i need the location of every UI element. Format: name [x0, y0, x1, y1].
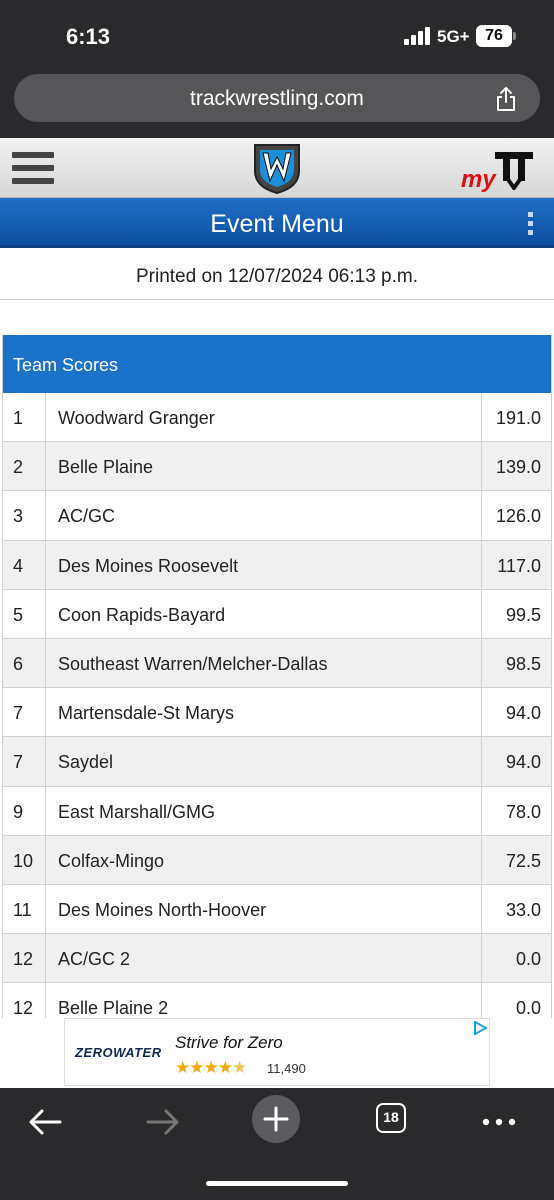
- table-row: 5 Coon Rapids-Bayard 99.5: [3, 589, 551, 639]
- team-points: 98.5: [481, 638, 551, 688]
- back-arrow-icon[interactable]: [22, 1100, 72, 1144]
- printed-timestamp: Printed on 12/07/2024 06:13 p.m.: [0, 248, 554, 300]
- battery-icon: 76: [476, 25, 512, 47]
- team-rank: 7: [3, 737, 46, 786]
- ad-brand: ZEROWATER: [75, 1045, 162, 1060]
- team-points: 0.0: [481, 983, 551, 1020]
- more-options-icon[interactable]: [528, 212, 534, 236]
- team-name: Belle Plaine 2: [58, 998, 169, 1019]
- team-points: 72.5: [481, 835, 551, 884]
- team-rank: 7: [3, 688, 46, 737]
- table-row: 11 Des Moines North-Hoover 33.0: [3, 884, 551, 935]
- team-name: Belle Plaine: [58, 457, 154, 478]
- ad-rating-count: 11,490: [267, 1061, 306, 1076]
- ad-area: ZEROWATER Strive for Zero ★★★★★ 11,490: [0, 1018, 554, 1088]
- team-points: 126.0: [481, 491, 551, 540]
- table-row: 6 Southeast Warren/Melcher-Dallas 98.5: [3, 638, 551, 689]
- team-name: Des Moines Roosevelt: [58, 555, 239, 576]
- team-points: 139.0: [481, 442, 551, 491]
- team-name: Southeast Warren/Melcher-Dallas: [58, 653, 328, 674]
- team-points: 94.0: [481, 737, 551, 786]
- new-tab-button[interactable]: [252, 1095, 300, 1143]
- event-menu-bar[interactable]: Event Menu: [0, 198, 554, 248]
- team-name: Coon Rapids-Bayard: [58, 604, 226, 625]
- team-points: 191.0: [481, 393, 551, 442]
- table-row: 12 Belle Plaine 2 0.0: [3, 983, 551, 1020]
- my-trackwrestling-logo[interactable]: my: [461, 146, 537, 193]
- table-row: 1 Woodward Granger 191.0: [3, 393, 551, 443]
- table-row: 4 Des Moines Roosevelt 117.0: [3, 540, 551, 590]
- team-rank: 1: [3, 393, 46, 442]
- event-menu-title[interactable]: Event Menu: [0, 210, 554, 239]
- team-rank: 12: [3, 934, 46, 983]
- url-text[interactable]: trackwrestling.com: [14, 87, 540, 111]
- browser-address-area: trackwrestling.com: [0, 70, 554, 138]
- team-rank: 10: [3, 835, 46, 884]
- team-points: 33.0: [481, 884, 551, 934]
- share-icon[interactable]: [494, 86, 518, 112]
- team-rank: 9: [3, 786, 46, 835]
- team-scores-table: Team Scores 1 Woodward Granger 191.0 2 Belle…: [2, 335, 552, 1020]
- forward-arrow-icon[interactable]: [136, 1100, 186, 1144]
- table-row: 7 Saydel 94.0: [3, 737, 551, 787]
- hamburger-menu-icon[interactable]: [12, 152, 54, 184]
- table-row: 10 Colfax-Mingo 72.5: [3, 835, 551, 885]
- rating-stars-icon: ★★★★★: [175, 1058, 247, 1077]
- team-scores-title: Team Scores: [3, 335, 551, 393]
- team-name: Des Moines North-Hoover: [58, 899, 267, 920]
- team-name: Colfax-Mingo: [58, 850, 165, 871]
- team-name: Martensdale-St Marys: [58, 703, 235, 724]
- team-points: 0.0: [481, 934, 551, 983]
- team-rank: 6: [3, 638, 46, 688]
- table-row: 12 AC/GC 2 0.0: [3, 934, 551, 984]
- tabs-button[interactable]: 18: [376, 1103, 406, 1133]
- table-row: 9 East Marshall/GMG 78.0: [3, 786, 551, 836]
- address-bar[interactable]: trackwrestling.com: [14, 74, 540, 122]
- status-bar: 6:13 5G+ 76: [0, 0, 554, 70]
- ad-choices-icon[interactable]: [473, 1021, 487, 1035]
- team-name: Saydel: [58, 752, 114, 773]
- status-time: 6:13: [66, 24, 111, 49]
- signal-icon: [404, 27, 434, 45]
- team-points: 78.0: [481, 786, 551, 835]
- team-name: Woodward Granger: [58, 408, 215, 428]
- team-name: AC/GC 2: [58, 949, 131, 970]
- team-points: 117.0: [481, 540, 551, 589]
- team-points: 94.0: [481, 688, 551, 737]
- trackwrestling-logo[interactable]: [251, 141, 303, 195]
- my-logo-text: my: [461, 166, 496, 193]
- network-type: 5G+: [437, 27, 470, 46]
- table-row: 7 Martensdale-St Marys 94.0: [3, 688, 551, 738]
- team-points: 99.5: [481, 589, 551, 638]
- team-rank: 12: [3, 983, 46, 1020]
- team-name: East Marshall/GMG: [58, 801, 216, 822]
- team-rank: 2: [3, 442, 46, 491]
- battery-tip: [513, 32, 516, 40]
- more-icon[interactable]: [474, 1100, 524, 1144]
- ad-title[interactable]: Strive for Zero: [175, 1033, 283, 1053]
- my-tw-icon: [495, 152, 533, 190]
- table-row: 3 AC/GC 126.0: [3, 491, 551, 541]
- team-rank: 11: [3, 884, 46, 934]
- team-name: AC/GC: [58, 506, 116, 527]
- team-rank: 4: [3, 540, 46, 589]
- plus-icon: [263, 1106, 289, 1132]
- team-rank: 5: [3, 589, 46, 638]
- ad-banner[interactable]: ZEROWATER Strive for Zero ★★★★★ 11,490: [64, 1018, 490, 1086]
- home-indicator: [206, 1181, 348, 1186]
- site-header: my: [0, 138, 554, 198]
- table-row: 2 Belle Plaine 139.0: [3, 442, 551, 492]
- team-rank: 3: [3, 491, 46, 540]
